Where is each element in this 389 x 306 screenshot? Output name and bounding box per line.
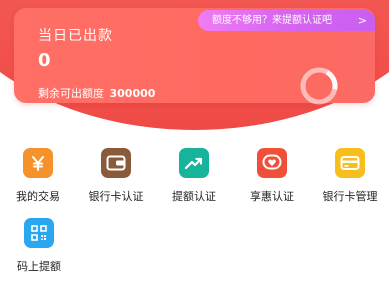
card-icon [335, 148, 365, 178]
menu-item-my-transactions[interactable]: 我的交易 [0, 148, 76, 204]
remaining-quota-label: 剩余可出额度 [38, 87, 104, 100]
heart-badge-icon [257, 148, 287, 178]
progress-ring-icon [300, 67, 338, 105]
remaining-quota-value: 300000 [109, 87, 156, 100]
menu-item-label: 提额认证 [172, 190, 216, 203]
payout-title: 当日已出款 [38, 28, 113, 44]
menu-item-bank-card-manage[interactable]: 银行卡管理 [312, 148, 388, 204]
menu-item-benefit-verify[interactable]: 享惠认证 [234, 148, 310, 204]
wallet-icon [101, 148, 131, 178]
menu-item-label: 享惠认证 [250, 190, 294, 203]
yen-icon [23, 148, 53, 178]
increase-quota-promo[interactable]: 额度不够用？来提额认证吧 > [198, 10, 375, 31]
trend-up-icon [179, 148, 209, 178]
chevron-right-icon: > [357, 14, 367, 27]
menu-item-label: 银行卡认证 [88, 190, 144, 203]
qr-code-icon [24, 218, 54, 248]
menu-item-scan-to-increase[interactable]: 码上提额 [1, 218, 77, 274]
menu-item-label: 我的交易 [16, 190, 60, 203]
header-banner: 当日已出款 0 剩余可出额度 300000 额度不够用？来提额认证吧 > [0, 0, 389, 145]
menu-item-quota-increase[interactable]: 提额认证 [156, 148, 232, 204]
menu-item-label: 码上提额 [17, 260, 61, 273]
menu-item-bank-card-verify[interactable]: 银行卡认证 [78, 148, 154, 204]
promo-text: 额度不够用？来提额认证吧 [212, 15, 332, 26]
payout-amount: 0 [38, 50, 51, 71]
remaining-quota: 剩余可出额度 300000 [38, 85, 155, 101]
menu-item-label: 银行卡管理 [322, 190, 378, 203]
